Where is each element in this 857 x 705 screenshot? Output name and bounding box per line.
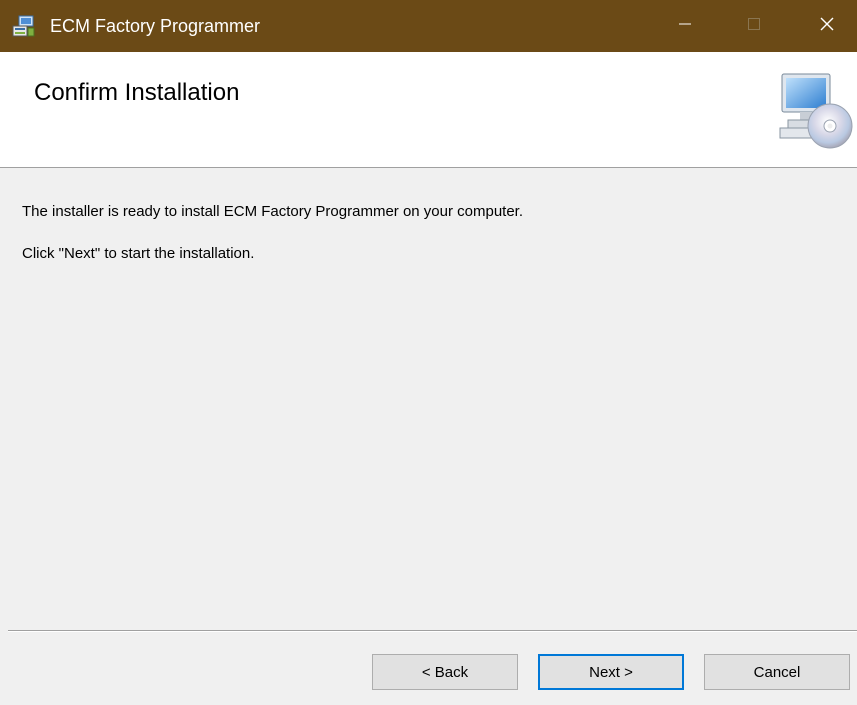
header-band: Confirm Installation xyxy=(0,52,857,168)
page-title: Confirm Installation xyxy=(34,79,240,106)
footer-separator xyxy=(8,630,857,632)
installer-window: ECM Factory Programmer Confirm Installat… xyxy=(0,0,857,705)
back-button[interactable]: < Back xyxy=(372,654,518,690)
instruction-message: Click "Next" to start the installation. xyxy=(22,245,255,262)
computer-cd-icon xyxy=(778,70,854,150)
title-bar[interactable]: ECM Factory Programmer xyxy=(0,0,857,52)
window-title: ECM Factory Programmer xyxy=(50,16,261,36)
installer-icon xyxy=(12,15,36,37)
maximize-button[interactable] xyxy=(725,0,783,52)
ready-message: The installer is ready to install ECM Fa… xyxy=(22,203,524,220)
minimize-icon xyxy=(678,17,692,36)
cancel-button[interactable]: Cancel xyxy=(704,654,850,690)
close-button[interactable] xyxy=(798,0,856,52)
close-icon xyxy=(819,16,835,37)
next-button[interactable]: Next > xyxy=(538,654,684,690)
maximize-icon xyxy=(747,17,761,36)
minimize-button[interactable] xyxy=(656,0,714,52)
